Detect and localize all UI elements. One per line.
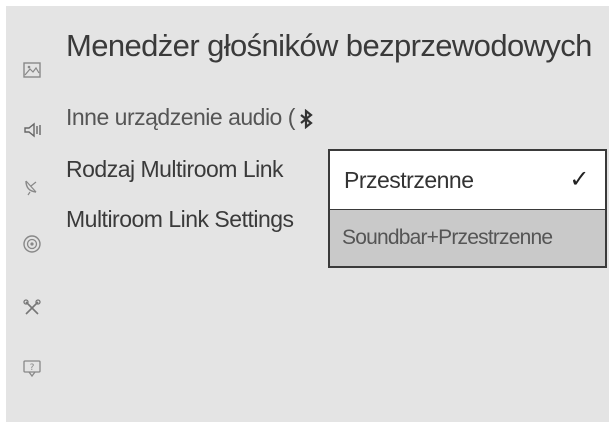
broadcast-icon[interactable] <box>20 232 44 256</box>
menu-item-multiroom-link-type[interactable]: Rodzaj Multiroom Link <box>66 156 284 183</box>
dropdown-option-soundbar-surround[interactable]: Soundbar+Przestrzenne <box>330 210 605 266</box>
picture-icon[interactable] <box>20 58 44 82</box>
svg-text:?: ? <box>30 363 35 373</box>
page-title: Menedżer głośników bezprzewodowych <box>66 28 592 63</box>
sidebar: ? <box>6 6 58 422</box>
menu-item-multiroom-link-settings[interactable]: Multiroom Link Settings <box>66 206 294 233</box>
checkmark-icon: ✓ <box>569 166 589 193</box>
tools-icon[interactable] <box>20 296 44 320</box>
option-label: Przestrzenne <box>344 167 474 193</box>
support-icon[interactable]: ? <box>20 356 44 380</box>
multiroom-type-dropdown: Przestrzenne ✓ Soundbar+Przestrzenne <box>328 149 607 268</box>
tv-menu-screen: ? Menedżer głośników bezprzewodowych Inn… <box>6 6 609 422</box>
option-label: Soundbar+Przestrzenne <box>342 226 553 249</box>
menu-item-other-audio-device[interactable]: Inne urządzenie audio ( <box>66 104 313 131</box>
satellite-dish-icon[interactable] <box>20 174 44 198</box>
bluetooth-icon <box>300 108 313 129</box>
speaker-icon[interactable] <box>20 118 44 142</box>
menu-item-label: Rodzaj Multiroom Link <box>66 156 284 182</box>
menu-item-label: Inne urządzenie audio ( <box>66 104 295 130</box>
menu-item-label: Multiroom Link Settings <box>66 206 294 232</box>
dropdown-option-surround[interactable]: Przestrzenne ✓ <box>330 151 605 209</box>
